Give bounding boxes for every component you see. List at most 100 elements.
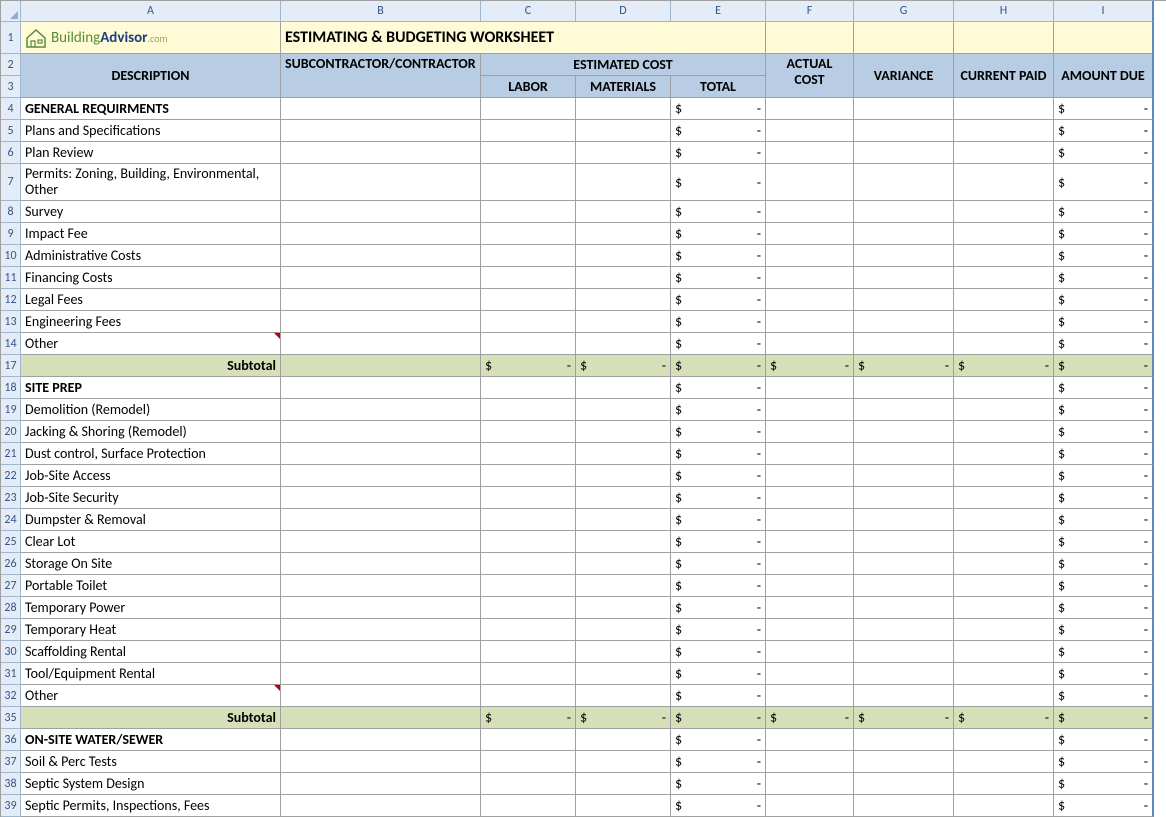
cell-c[interactable]: [481, 421, 576, 443]
cell-f[interactable]: [766, 201, 854, 223]
row-header[interactable]: 17: [1, 355, 21, 377]
cell-e[interactable]: $-: [671, 142, 766, 164]
row-header[interactable]: 36: [1, 729, 21, 751]
cell-h[interactable]: [954, 685, 1054, 707]
description-cell[interactable]: Scaffolding Rental: [21, 641, 281, 663]
cell-g[interactable]: [854, 267, 954, 289]
cell-h[interactable]: [954, 509, 1054, 531]
cell-c[interactable]: [481, 729, 576, 751]
cell-i[interactable]: $-: [1054, 421, 1154, 443]
row-header[interactable]: 25: [1, 531, 21, 553]
cell-h[interactable]: [954, 120, 1054, 142]
subcontractor-cell[interactable]: [281, 98, 481, 120]
subcontractor-cell[interactable]: [281, 377, 481, 399]
cell-e[interactable]: $-: [671, 443, 766, 465]
cell-f[interactable]: [766, 553, 854, 575]
cell-f[interactable]: [766, 597, 854, 619]
description-cell[interactable]: Temporary Heat: [21, 619, 281, 641]
row-header[interactable]: 1: [1, 22, 21, 54]
cell-f[interactable]: [766, 729, 854, 751]
cell-i[interactable]: $-: [1054, 487, 1154, 509]
cell-e[interactable]: $-: [671, 289, 766, 311]
description-cell[interactable]: Temporary Power: [21, 597, 281, 619]
cell-c[interactable]: [481, 443, 576, 465]
cell-i[interactable]: $-: [1054, 641, 1154, 663]
column-header-C[interactable]: C: [481, 1, 576, 22]
cell-g[interactable]: [854, 531, 954, 553]
cell-g[interactable]: [854, 663, 954, 685]
subcontractor-cell[interactable]: [281, 355, 481, 377]
cell-i[interactable]: $-: [1054, 663, 1154, 685]
cell-f[interactable]: [766, 164, 854, 201]
subcontractor-cell[interactable]: [281, 399, 481, 421]
cell-h[interactable]: [954, 487, 1054, 509]
cell-f[interactable]: [766, 443, 854, 465]
subcontractor-cell[interactable]: [281, 729, 481, 751]
cell-i[interactable]: $-: [1054, 223, 1154, 245]
select-all-corner[interactable]: [1, 1, 21, 22]
cell-e[interactable]: $-: [671, 729, 766, 751]
cell-e[interactable]: $-: [671, 575, 766, 597]
row-header[interactable]: 19: [1, 399, 21, 421]
cell-c[interactable]: [481, 333, 576, 355]
row-header[interactable]: 26: [1, 553, 21, 575]
subcontractor-cell[interactable]: [281, 641, 481, 663]
cell-c[interactable]: [481, 509, 576, 531]
cell-c[interactable]: [481, 289, 576, 311]
description-cell[interactable]: Tool/Equipment Rental: [21, 663, 281, 685]
cell-d[interactable]: [576, 333, 671, 355]
subcontractor-cell[interactable]: [281, 707, 481, 729]
cell-c[interactable]: [481, 465, 576, 487]
column-header-B[interactable]: B: [281, 1, 481, 22]
row-header[interactable]: 9: [1, 223, 21, 245]
cell-g[interactable]: [854, 201, 954, 223]
cell-i[interactable]: $-: [1054, 289, 1154, 311]
description-cell[interactable]: Survey: [21, 201, 281, 223]
cell-f[interactable]: $-: [766, 355, 854, 377]
cell-h[interactable]: [954, 289, 1054, 311]
row-header[interactable]: 23: [1, 487, 21, 509]
row-header[interactable]: 6: [1, 142, 21, 164]
cell-g[interactable]: [854, 142, 954, 164]
row-header[interactable]: 29: [1, 619, 21, 641]
cell-d[interactable]: [576, 487, 671, 509]
cell-e[interactable]: $-: [671, 487, 766, 509]
cell-c[interactable]: [481, 597, 576, 619]
cell-g[interactable]: [854, 164, 954, 201]
row-header[interactable]: 5: [1, 120, 21, 142]
cell-i[interactable]: $-: [1054, 751, 1154, 773]
description-cell[interactable]: Jacking & Shoring (Remodel): [21, 421, 281, 443]
cell-d[interactable]: [576, 663, 671, 685]
row-header[interactable]: 39: [1, 795, 21, 817]
description-cell[interactable]: ON-SITE WATER/SEWER: [21, 729, 281, 751]
column-header-H[interactable]: H: [954, 1, 1054, 22]
cell-h[interactable]: [954, 597, 1054, 619]
cell-f[interactable]: [766, 531, 854, 553]
cell-h[interactable]: [954, 333, 1054, 355]
cell-c[interactable]: $-: [481, 355, 576, 377]
subcontractor-cell[interactable]: [281, 663, 481, 685]
cell-e[interactable]: $-: [671, 465, 766, 487]
subcontractor-cell[interactable]: [281, 619, 481, 641]
row-header[interactable]: 10: [1, 245, 21, 267]
row-header[interactable]: 7: [1, 164, 21, 201]
cell-f[interactable]: [766, 641, 854, 663]
row-header[interactable]: 32: [1, 685, 21, 707]
subcontractor-cell[interactable]: [281, 142, 481, 164]
cell-c[interactable]: [481, 795, 576, 817]
cell-e[interactable]: $-: [671, 377, 766, 399]
cell-g[interactable]: [854, 98, 954, 120]
row-header[interactable]: 27: [1, 575, 21, 597]
row-header[interactable]: 14: [1, 333, 21, 355]
cell-f[interactable]: [766, 663, 854, 685]
cell-d[interactable]: [576, 685, 671, 707]
cell-h[interactable]: [954, 443, 1054, 465]
cell-c[interactable]: [481, 98, 576, 120]
row-header[interactable]: 30: [1, 641, 21, 663]
cell-g[interactable]: [854, 751, 954, 773]
cell-i[interactable]: $-: [1054, 707, 1154, 729]
cell-f[interactable]: [766, 245, 854, 267]
cell-i[interactable]: $-: [1054, 333, 1154, 355]
cell-c[interactable]: [481, 164, 576, 201]
description-cell[interactable]: Portable Toilet: [21, 575, 281, 597]
